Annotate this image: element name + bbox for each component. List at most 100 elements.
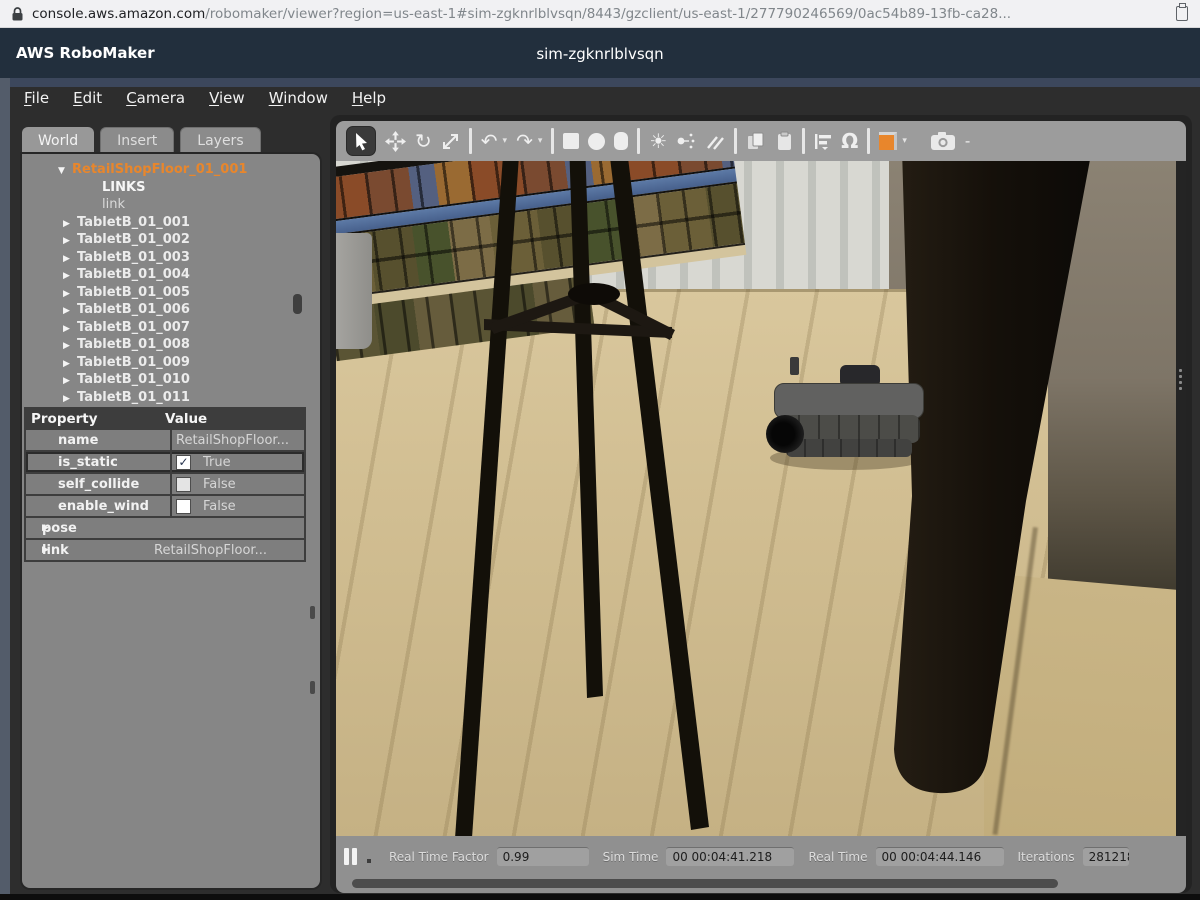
point-light-icon[interactable]: ☀ (649, 131, 667, 151)
table-leg-pillar (894, 161, 1092, 793)
sim-status-bar: Real Time Factor 0.99 Sim Time 00 00:04:… (336, 836, 1186, 877)
tree-item-tabletb-006[interactable]: ▶TabletB_01_006 (22, 301, 320, 319)
scale-tool-icon[interactable] (441, 132, 460, 151)
collapsed-arrow-icon[interactable]: ▶ (26, 523, 42, 533)
menu-help[interactable]: Help (352, 89, 386, 107)
tree-item-link[interactable]: link (22, 196, 320, 214)
view-angle-dropdown-icon[interactable]: ▾ (902, 136, 907, 146)
tree-item-tabletb-007[interactable]: ▶TabletB_01_007 (22, 319, 320, 337)
select-tool-icon[interactable] (346, 126, 376, 156)
pause-button[interactable] (344, 848, 357, 865)
tab-layers[interactable]: Layers (180, 127, 260, 154)
panel-scroll-mark (310, 606, 315, 619)
toolbar-separator (867, 128, 870, 154)
viewport-right-scrollbar[interactable] (1176, 161, 1186, 836)
spot-light-icon[interactable] (676, 132, 696, 150)
panel-tabs: World Insert Layers (22, 127, 261, 154)
menu-view[interactable]: View (209, 89, 245, 107)
turtlebot-robot (774, 357, 926, 463)
redo-dropdown-icon[interactable]: ▾ (538, 136, 543, 146)
tree-item-retailshopfloor[interactable]: ▼RetailShopFloor_01_001 (22, 161, 320, 179)
tree-item-tabletb-005[interactable]: ▶TabletB_01_005 (22, 284, 320, 302)
collapsed-arrow-icon: ▶ (63, 391, 77, 407)
tab-world[interactable]: World (22, 127, 94, 154)
tree-item-tabletb-002[interactable]: ▶TabletB_01_002 (22, 231, 320, 249)
sphere-shape-icon[interactable] (588, 133, 605, 150)
menu-window[interactable]: Window (269, 89, 328, 107)
toolbar-overflow-icon[interactable]: - (965, 131, 970, 151)
browser-url-bar[interactable]: console.aws.amazon.com/robomaker/viewer?… (0, 0, 1200, 28)
robomaker-header: AWS RoboMaker sim-zgknrlblvsqn (0, 28, 1200, 78)
cylinder-shape-icon[interactable] (614, 132, 628, 150)
property-row-self-collide[interactable]: self_collide False (26, 472, 304, 494)
tree-item-tabletb-011[interactable]: ▶TabletB_01_011 (22, 389, 320, 407)
undo-icon[interactable]: ↶ (481, 131, 498, 151)
tree-item-tabletb-001[interactable]: ▶TabletB_01_001 (22, 214, 320, 232)
redo-icon[interactable]: ↷ (516, 131, 533, 151)
robot-wheel (766, 415, 804, 453)
menu-camera[interactable]: Camera (126, 89, 185, 107)
tree-item-tabletb-008[interactable]: ▶TabletB_01_008 (22, 336, 320, 354)
view-angle-icon[interactable] (879, 132, 897, 150)
sim-time-value: 00 00:04:41.218 (666, 847, 794, 866)
snap-tool-icon[interactable]: Ω (841, 131, 858, 151)
collapsed-arrow-icon[interactable]: ▶ (26, 545, 42, 555)
world-panel: ▼RetailShopFloor_01_001 LINKS link ▶Tabl… (22, 154, 320, 888)
directional-light-icon[interactable] (705, 132, 725, 150)
screenshot-icon[interactable] (930, 131, 956, 151)
box-shape-icon[interactable] (563, 133, 579, 149)
clipboard-icon[interactable] (1176, 6, 1188, 21)
copy-icon[interactable] (746, 131, 766, 151)
toolbar-separator (551, 128, 554, 154)
menu-bar: File Edit Camera View Window Help (24, 89, 386, 107)
tree-item-tabletb-010[interactable]: ▶TabletB_01_010 (22, 371, 320, 389)
expanded-arrow-icon[interactable]: ▼ (58, 163, 72, 181)
translate-tool-icon[interactable] (385, 131, 406, 152)
property-grid-header: Property Value (26, 409, 304, 428)
property-row-enable-wind[interactable]: enable_wind False (26, 494, 304, 516)
is-static-checkbox[interactable]: ✓ (176, 455, 191, 470)
align-tool-icon[interactable] (814, 133, 832, 150)
undo-dropdown-icon[interactable]: ▾ (503, 136, 508, 146)
value-column-header: Value (165, 411, 207, 427)
toolbar-separator (637, 128, 640, 154)
property-row-pose[interactable]: ▶ pose (26, 516, 304, 538)
property-row-is-static[interactable]: is_static ✓ True (26, 450, 304, 472)
panel-scroll-mark (310, 681, 315, 694)
property-grid: Property Value name RetailShopFloor... i… (24, 407, 306, 562)
url-path: /robomaker/viewer?region=us-east-1#sim-z… (205, 6, 1168, 22)
rotate-tool-icon[interactable]: ↻ (415, 131, 432, 151)
toolbar-separator (802, 128, 805, 154)
property-row-link[interactable]: ▶ link RetailShopFloor... (26, 538, 304, 560)
horizontal-scrollbar-thumb[interactable] (352, 879, 1058, 888)
url-host: console.aws.amazon.com (32, 6, 205, 22)
gzclient-app: File Edit Camera View Window Help World … (0, 78, 1200, 894)
robot-top-plate (774, 383, 924, 419)
browser-window: console.aws.amazon.com/robomaker/viewer?… (0, 0, 1200, 900)
enable-wind-checkbox[interactable] (176, 499, 191, 514)
viewport-horizontal-scrollbar[interactable] (336, 877, 1186, 893)
property-row-name[interactable]: name RetailShopFloor... (26, 428, 304, 450)
paste-icon[interactable] (775, 131, 793, 151)
toolbar-separator (734, 128, 737, 154)
tree-item-links[interactable]: LINKS (22, 179, 320, 197)
tree-item-tabletb-009[interactable]: ▶TabletB_01_009 (22, 354, 320, 372)
tree-item-tabletb-004[interactable]: ▶TabletB_01_004 (22, 266, 320, 284)
tripod-and-pillar-layer (336, 161, 1186, 836)
tree-scrollbar-thumb[interactable] (293, 294, 302, 314)
tripod (453, 161, 709, 836)
menu-file[interactable]: File (24, 89, 49, 107)
step-dot (367, 859, 371, 863)
menu-edit[interactable]: Edit (73, 89, 102, 107)
lock-icon (12, 7, 23, 21)
gazebo-3d-scene[interactable] (336, 161, 1186, 836)
bottom-edge-strip (0, 894, 1200, 900)
scene-tree: ▼RetailShopFloor_01_001 LINKS link ▶Tabl… (22, 154, 320, 406)
check-icon: ✓ (178, 455, 188, 469)
sim-time-label: Sim Time (603, 850, 659, 864)
self-collide-checkbox[interactable] (176, 477, 191, 492)
tab-insert[interactable]: Insert (100, 127, 174, 154)
tree-item-tabletb-003[interactable]: ▶TabletB_01_003 (22, 249, 320, 267)
collapsed-arrow-icon: ▶ (63, 268, 77, 286)
robot-antenna (790, 357, 799, 375)
